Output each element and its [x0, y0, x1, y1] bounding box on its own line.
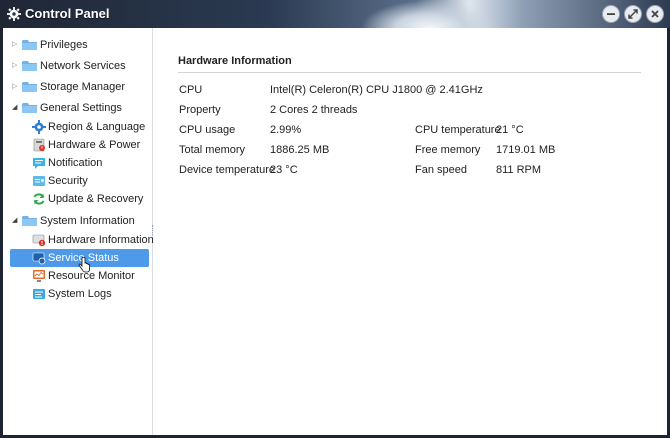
minimize-icon: [607, 13, 615, 15]
property-value: 2 Cores 2 threads: [270, 104, 358, 116]
free-memory-label: Free memory: [415, 144, 481, 156]
security-icon: [33, 176, 45, 186]
monitor-icon: [33, 270, 45, 282]
cpu-temperature-value: 21 °C: [496, 124, 524, 136]
folder-icon: [22, 103, 37, 113]
section-divider: [178, 72, 641, 73]
collapse-arrow-icon[interactable]: ◢: [12, 217, 20, 225]
sidebar-item-hardware-power[interactable]: Hardware & Power: [3, 136, 152, 154]
cpu-usage-label: CPU usage: [179, 124, 236, 136]
sidebar-item-label: Security: [48, 175, 88, 187]
title-bar[interactable]: Control Panel: [0, 0, 670, 28]
sidebar-item-notification[interactable]: Notification: [3, 154, 152, 172]
minimize-button[interactable]: [602, 5, 620, 23]
cpu-temperature-label: CPU temperature: [415, 124, 501, 136]
logs-icon: [33, 289, 45, 299]
section-title: Hardware Information: [178, 55, 292, 67]
hardware-info-icon: [32, 234, 46, 247]
sidebar: ▷ Privileges ▷ Network Services ▷ Storag…: [3, 28, 154, 435]
close-icon: [651, 10, 659, 18]
service-status-icon: [32, 252, 46, 265]
sidebar-item-storage-manager[interactable]: ▷ Storage Manager: [3, 78, 152, 96]
sidebar-item-hardware-information[interactable]: Hardware Information: [3, 231, 154, 249]
sidebar-item-system-logs[interactable]: System Logs: [3, 285, 152, 303]
collapse-arrow-icon[interactable]: ◢: [12, 104, 20, 112]
expand-arrow-icon[interactable]: ▷: [12, 41, 20, 49]
chat-bubble-icon: [33, 158, 45, 169]
cpu-label: CPU: [179, 84, 203, 96]
cpu-usage-value: 2.99%: [270, 124, 302, 136]
folder-icon: [22, 82, 37, 92]
sidebar-item-label: Network Services: [40, 60, 126, 72]
hardware-icon: [33, 138, 45, 152]
control-panel-window: Control Panel ▷ Privileges ▷ Network Ser…: [0, 0, 670, 438]
sidebar-item-label: System Information: [40, 215, 135, 227]
sidebar-item-security[interactable]: Security: [3, 172, 152, 190]
folder-icon: [22, 216, 37, 226]
sidebar-item-label: Update & Recovery: [48, 193, 144, 205]
sidebar-item-label: Hardware Information: [48, 234, 154, 246]
content-area: ▷ Privileges ▷ Network Services ▷ Storag…: [3, 28, 667, 435]
sidebar-item-update-recovery[interactable]: Update & Recovery: [3, 190, 152, 208]
gear-icon: [7, 7, 21, 21]
sidebar-item-label: General Settings: [40, 102, 122, 114]
window-title: Control Panel: [25, 6, 110, 21]
expand-icon: [628, 9, 638, 19]
free-memory-value: 1719.01 MB: [496, 144, 556, 156]
close-button[interactable]: [646, 5, 664, 23]
sidebar-item-system-information[interactable]: ◢ System Information: [3, 212, 152, 230]
hand-cursor-icon: [78, 257, 90, 273]
folder-icon: [22, 61, 37, 71]
sidebar-item-label: Resource Monitor: [48, 270, 135, 282]
sidebar-item-label: Privileges: [40, 39, 88, 51]
expand-arrow-icon[interactable]: ▷: [12, 83, 20, 91]
fan-speed-value: 811 RPM: [496, 164, 542, 176]
device-temperature-value: 23 °C: [270, 164, 298, 176]
cpu-value: Intel(R) Celeron(R) CPU J1800 @ 2.41GHz: [270, 84, 483, 96]
device-temperature-label: Device temperature: [179, 164, 275, 176]
sidebar-item-region-language[interactable]: Region & Language: [3, 118, 152, 136]
expand-arrow-icon[interactable]: ▷: [12, 62, 20, 70]
sidebar-item-label: Storage Manager: [40, 81, 125, 93]
title-bar-background: [360, 0, 500, 28]
sidebar-item-general-settings[interactable]: ◢ General Settings: [3, 99, 152, 117]
sidebar-item-label: Region & Language: [48, 121, 146, 133]
total-memory-value: 1886.25 MB: [270, 144, 330, 156]
property-label: Property: [179, 104, 221, 116]
maximize-button[interactable]: [624, 5, 642, 23]
gear-icon: [32, 120, 46, 134]
main-panel: Hardware Information CPU Intel(R) Celero…: [153, 28, 667, 435]
refresh-icon: [33, 193, 45, 205]
sidebar-item-privileges[interactable]: ▷ Privileges: [3, 36, 152, 54]
sidebar-item-label: Notification: [48, 157, 103, 169]
sidebar-item-label: System Logs: [48, 288, 112, 300]
fan-speed-label: Fan speed: [415, 164, 467, 176]
sidebar-item-network-services[interactable]: ▷ Network Services: [3, 57, 152, 75]
folder-icon: [22, 40, 37, 50]
total-memory-label: Total memory: [179, 144, 246, 156]
sidebar-item-label: Hardware & Power: [48, 139, 141, 151]
